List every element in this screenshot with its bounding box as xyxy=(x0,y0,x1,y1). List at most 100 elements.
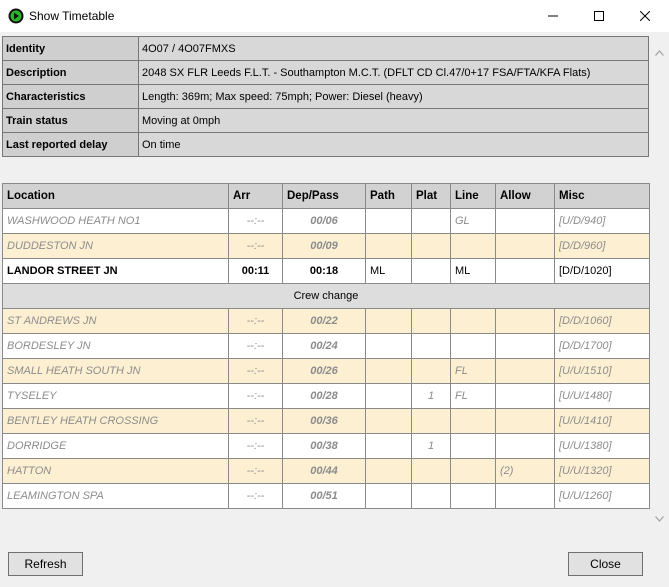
cell-misc: [U/U/1410] xyxy=(554,408,650,434)
window-title: Show Timetable xyxy=(29,9,115,23)
cell-dep: 00/36 xyxy=(282,408,366,434)
cell-allow xyxy=(495,258,555,284)
column-header[interactable]: Path xyxy=(365,183,412,209)
cell-location: TYSELEY xyxy=(2,383,229,409)
summary-row: Description 2048 SX FLR Leeds F.L.T. - So… xyxy=(2,60,649,85)
column-header[interactable]: Dep/Pass xyxy=(282,183,366,209)
summary-label: Characteristics xyxy=(2,84,139,109)
cell-path xyxy=(365,383,412,409)
cell-allow xyxy=(495,333,555,359)
cell-arr: --:-- xyxy=(228,408,283,434)
minimize-button[interactable] xyxy=(530,0,576,32)
cell-plat xyxy=(411,258,451,284)
close-button[interactable]: Close xyxy=(568,552,643,576)
cell-line: ML xyxy=(450,258,496,284)
cell-line: FL xyxy=(450,358,496,384)
summary-label: Last reported delay xyxy=(2,132,139,157)
cell-path xyxy=(365,408,412,434)
cell-allow xyxy=(495,358,555,384)
cell-line xyxy=(450,308,496,334)
cell-misc: [U/U/1320] xyxy=(554,458,650,484)
cell-dep: 00/06 xyxy=(282,208,366,234)
table-row[interactable]: DUDDESTON JN --:-- 00/09 [D/D/960] xyxy=(2,233,650,259)
maximize-button[interactable] xyxy=(576,0,622,32)
column-header[interactable]: Misc xyxy=(554,183,650,209)
column-header[interactable]: Line xyxy=(450,183,496,209)
cell-location: LEAMINGTON SPA xyxy=(2,483,229,509)
column-header[interactable]: Location xyxy=(2,183,229,209)
cell-allow xyxy=(495,483,555,509)
cell-line xyxy=(450,483,496,509)
table-row[interactable]: SMALL HEATH SOUTH JN --:-- 00/26 FL [U/U/151… xyxy=(2,358,650,384)
timetable-content: Identity 4O07 / 4O07FMXS Description 2048 S… xyxy=(0,32,669,543)
table-row[interactable]: TYSELEY --:-- 00/28 1 FL [U/U/1480] xyxy=(2,383,650,409)
cell-dep: 00/38 xyxy=(282,433,366,459)
cell-allow xyxy=(495,308,555,334)
column-header[interactable]: Allow xyxy=(495,183,555,209)
summary-value: 4O07 / 4O07FMXS xyxy=(138,36,649,61)
app-icon xyxy=(8,8,24,24)
cell-arr: --:-- xyxy=(228,358,283,384)
cell-misc: [U/U/1480] xyxy=(554,383,650,409)
table-row[interactable]: HATTON --:-- 00/44 (2) [U/U/1320] xyxy=(2,458,650,484)
cell-line xyxy=(450,333,496,359)
chevron-down-icon xyxy=(655,516,664,522)
maximize-icon xyxy=(594,11,604,21)
table-row[interactable]: WASHWOOD HEATH NO1 --:-- 00/06 GL [U/D/940] xyxy=(2,208,650,234)
cell-line: FL xyxy=(450,383,496,409)
cell-dep: 00/44 xyxy=(282,458,366,484)
table-row[interactable]: BENTLEY HEATH CROSSING --:-- 00/36 [U/U/141… xyxy=(2,408,650,434)
minimize-icon xyxy=(548,15,558,17)
cell-plat xyxy=(411,308,451,334)
cell-misc: [U/U/1510] xyxy=(554,358,650,384)
column-header[interactable]: Arr xyxy=(228,183,283,209)
summary-row: Last reported delay On time xyxy=(2,132,649,157)
cell-line xyxy=(450,408,496,434)
button-bar: Refresh Close xyxy=(0,543,669,587)
cell-arr: --:-- xyxy=(228,308,283,334)
cell-dep: 00/51 xyxy=(282,483,366,509)
cell-path xyxy=(365,233,412,259)
scroll-up-button[interactable] xyxy=(651,46,668,60)
vertical-scrollbar[interactable] xyxy=(651,32,668,543)
scroll-down-button[interactable] xyxy=(651,512,668,526)
cell-location: HATTON xyxy=(2,458,229,484)
cell-arr: 00:11 xyxy=(228,258,283,284)
summary-value: Length: 369m; Max speed: 75mph; Power: D… xyxy=(138,84,649,109)
table-row[interactable]: LANDOR STREET JN 00:11 00:18 ML ML [D/D/1020] xyxy=(2,258,650,284)
cell-path xyxy=(365,333,412,359)
summary-value: On time xyxy=(138,132,649,157)
cell-plat xyxy=(411,408,451,434)
title-bar: Show Timetable xyxy=(0,0,669,32)
cell-misc: [U/U/1380] xyxy=(554,433,650,459)
table-row[interactable]: DORRIDGE --:-- 00/38 1 [U/U/1380] xyxy=(2,433,650,459)
column-header[interactable]: Plat xyxy=(411,183,451,209)
cell-line xyxy=(450,458,496,484)
cell-line: GL xyxy=(450,208,496,234)
cell-path xyxy=(365,358,412,384)
close-icon xyxy=(640,11,650,21)
cell-misc: [U/U/1260] xyxy=(554,483,650,509)
cell-allow: (2) xyxy=(495,458,555,484)
summary-row: Train status Moving at 0mph xyxy=(2,108,649,133)
cell-arr: --:-- xyxy=(228,233,283,259)
close-window-button[interactable] xyxy=(622,0,668,32)
table-row[interactable]: ST ANDREWS JN --:-- 00/22 [D/D/1060] xyxy=(2,308,650,334)
cell-location: SMALL HEATH SOUTH JN xyxy=(2,358,229,384)
cell-path xyxy=(365,208,412,234)
cell-arr: --:-- xyxy=(228,333,283,359)
crew-change-label: Crew change xyxy=(2,283,650,309)
refresh-button[interactable]: Refresh xyxy=(8,552,83,576)
summary-label: Identity xyxy=(2,36,139,61)
cell-arr: --:-- xyxy=(228,483,283,509)
cell-misc: [D/D/960] xyxy=(554,233,650,259)
summary-row: Identity 4O07 / 4O07FMXS xyxy=(2,36,649,61)
cell-path: ML xyxy=(365,258,412,284)
cell-allow xyxy=(495,408,555,434)
table-row[interactable]: LEAMINGTON SPA --:-- 00/51 [U/U/1260] xyxy=(2,483,650,509)
cell-plat xyxy=(411,233,451,259)
table-row[interactable]: BORDESLEY JN --:-- 00/24 [D/D/1700] xyxy=(2,333,650,359)
cell-location: ST ANDREWS JN xyxy=(2,308,229,334)
chevron-up-icon xyxy=(655,50,664,56)
cell-allow xyxy=(495,433,555,459)
